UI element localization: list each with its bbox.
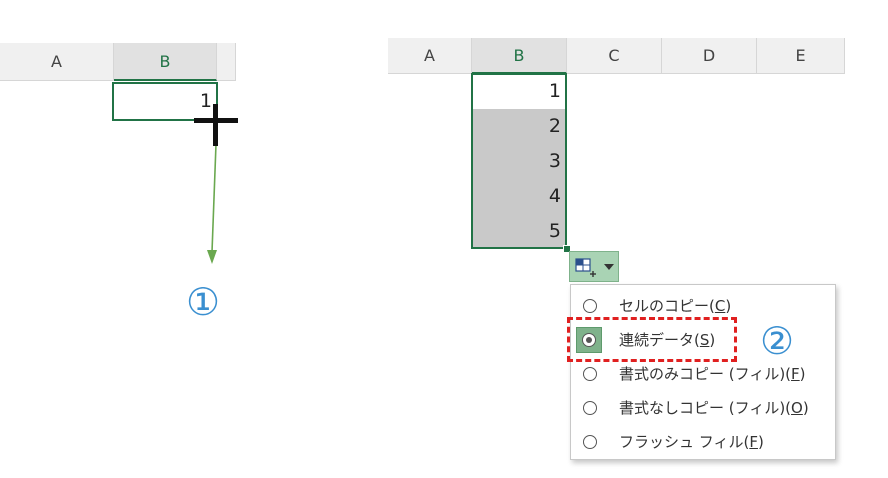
menu-item-fill-without-formatting[interactable]: 書式なしコピー (フィル)(O)	[571, 391, 835, 425]
highlight-box	[567, 317, 737, 362]
column-header-b[interactable]: B	[114, 43, 217, 81]
selection-range-border	[471, 73, 567, 249]
column-header-a[interactable]: A	[0, 43, 114, 81]
radio-icon	[583, 367, 597, 381]
column-header-a[interactable]: A	[388, 38, 472, 74]
column-header-d[interactable]: D	[662, 38, 757, 74]
autofill-options-icon	[575, 258, 596, 277]
column-header-c[interactable]: C	[567, 38, 662, 74]
column-header-e[interactable]: E	[757, 38, 845, 74]
step-marker-1: ①	[186, 280, 221, 324]
radio-icon	[583, 435, 597, 449]
column-header-b[interactable]: B	[472, 38, 567, 74]
chevron-down-icon	[604, 264, 614, 270]
autofill-options-button[interactable]	[569, 251, 619, 282]
autofill-options-menu: セルのコピー(C) 連続データ(S) 書式のみコピー (フィル)(F) 書式なし…	[570, 284, 836, 460]
menu-item-fill-formatting-only[interactable]: 書式のみコピー (フィル)(F)	[571, 357, 835, 391]
radio-icon	[583, 299, 597, 313]
radio-icon	[583, 401, 597, 415]
menu-item-flash-fill[interactable]: フラッシュ フィル(F)	[571, 425, 835, 459]
column-header-c-partial[interactable]	[217, 43, 236, 81]
drag-arrow	[194, 104, 238, 264]
step-marker-2: ②	[760, 319, 795, 363]
